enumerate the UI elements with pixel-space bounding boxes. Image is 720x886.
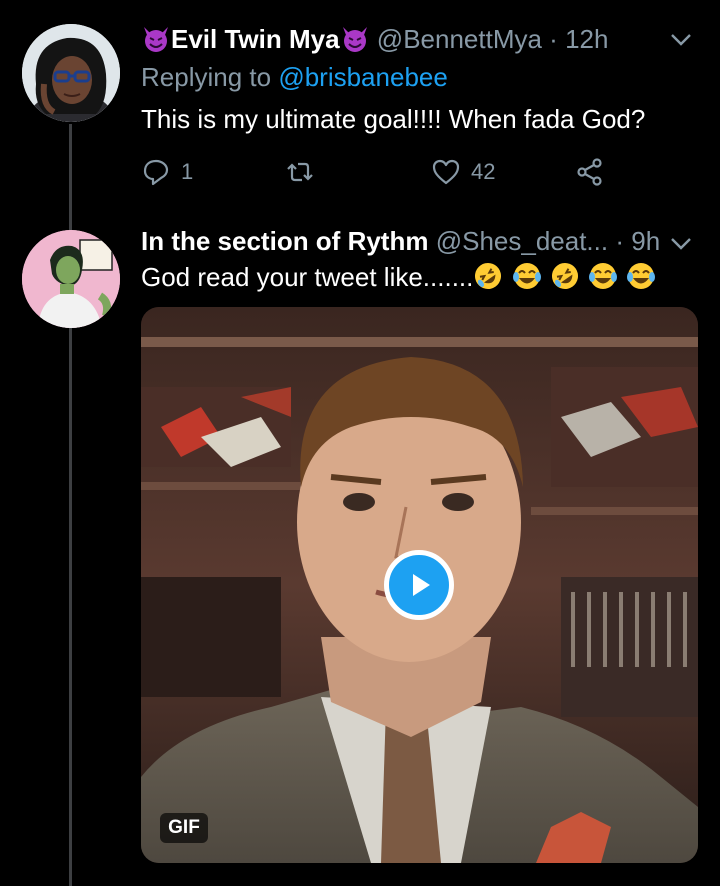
gif-badge: GIF bbox=[160, 813, 208, 843]
tweet-in-the-section-of-rythm[interactable]: In the section of Rythm @Shes_deat... · … bbox=[0, 210, 720, 886]
display-name[interactable]: Evil Twin Mya bbox=[171, 24, 340, 54]
tears-of-joy-icon bbox=[512, 263, 541, 289]
user-handle[interactable]: @BennettMya bbox=[377, 24, 542, 54]
separator-dot: · bbox=[615, 226, 624, 256]
display-name[interactable]: In the section of Rythm bbox=[141, 226, 428, 256]
chevron-down-icon[interactable] bbox=[668, 26, 694, 52]
share-button[interactable] bbox=[575, 152, 605, 192]
tweet-header: In the section of Rythm @Shes_deat... · … bbox=[141, 224, 660, 258]
share-icon bbox=[577, 158, 602, 186]
reply-icon bbox=[143, 159, 169, 186]
gif-media[interactable]: GIF bbox=[141, 307, 698, 863]
avatar[interactable] bbox=[22, 24, 120, 122]
avatar[interactable] bbox=[22, 230, 120, 328]
tweet-text-body: God read your tweet like....... bbox=[141, 262, 474, 292]
tweet-header: Evil Twin Mya @BennettMya · 12h bbox=[141, 22, 608, 56]
like-button[interactable]: 42 bbox=[431, 152, 495, 192]
play-button[interactable] bbox=[384, 550, 454, 620]
separator-dot: · bbox=[549, 24, 558, 54]
timestamp[interactable]: 9h bbox=[631, 226, 660, 256]
tweet-text: God read your tweet like....... bbox=[141, 260, 657, 299]
replying-to-line: Replying to @brisbanebee bbox=[141, 60, 448, 94]
tweet-evil-twin-mya[interactable]: Evil Twin Mya @BennettMya · 12h Replying… bbox=[0, 0, 720, 210]
retweet-button[interactable] bbox=[285, 152, 325, 192]
user-handle[interactable]: @Shes_deat... bbox=[436, 226, 608, 256]
tweet-text: This is my ultimate goal!!!! When fada G… bbox=[141, 104, 646, 134]
reply-count: 1 bbox=[181, 159, 194, 184]
tears-of-joy-icon bbox=[627, 263, 656, 289]
rolling-on-floor-laughing-icon bbox=[551, 263, 578, 289]
play-icon bbox=[413, 574, 430, 596]
chevron-down-icon[interactable] bbox=[668, 230, 694, 256]
like-count: 42 bbox=[471, 159, 496, 184]
heart-icon bbox=[432, 159, 460, 185]
tears-of-joy-icon bbox=[589, 263, 618, 289]
retweet-icon bbox=[287, 162, 313, 182]
tweet-emojis bbox=[473, 261, 657, 299]
rolling-on-floor-laughing-icon bbox=[475, 263, 502, 289]
smiling-devil-icon bbox=[144, 27, 168, 52]
replying-to-mention[interactable]: @brisbanebee bbox=[278, 62, 448, 92]
replying-to-label: Replying to bbox=[141, 62, 272, 92]
smiling-devil-icon bbox=[342, 27, 367, 52]
timestamp[interactable]: 12h bbox=[565, 24, 608, 54]
reply-button[interactable]: 1 bbox=[141, 152, 193, 192]
